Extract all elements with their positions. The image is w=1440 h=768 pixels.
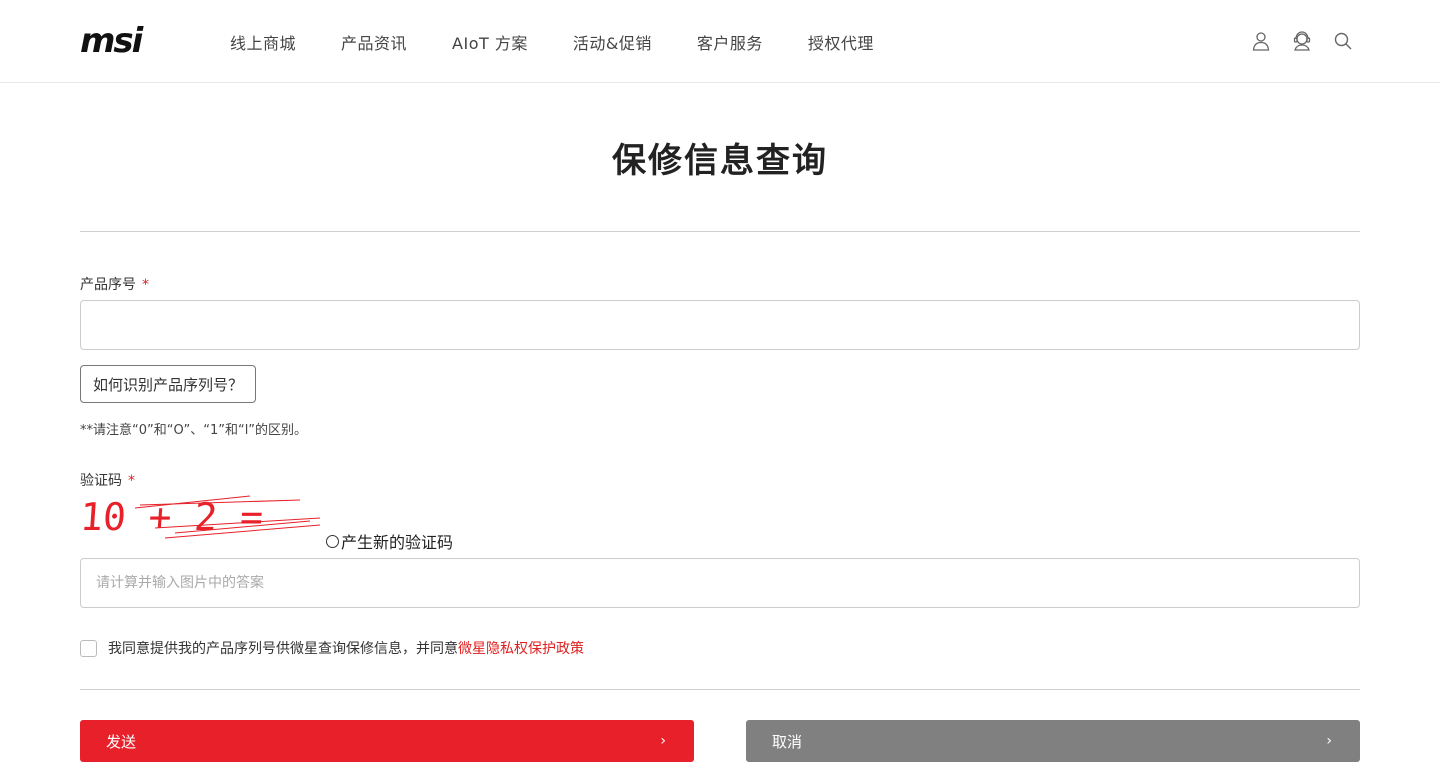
nav-item-dealers[interactable]: 授权代理	[808, 30, 874, 54]
captcha-label: 验证码 *	[80, 470, 135, 490]
form-divider	[80, 689, 1360, 690]
site-header: msi 线上商城 产品资讯 AIoT 方案 活动&促销 客户服务 授权代理	[0, 0, 1440, 83]
msi-logo[interactable]: msi	[80, 24, 180, 56]
title-divider	[80, 231, 1360, 232]
nav-item-promotions[interactable]: 活动&促销	[573, 30, 652, 54]
agreement-text: 我同意提供我的产品序列号供微星查询保修信息，并同意	[108, 641, 458, 657]
cancel-button-label: 取消	[772, 732, 803, 751]
user-icon[interactable]	[1250, 30, 1272, 52]
chevron-right-icon: ›	[660, 733, 666, 749]
chevron-right-icon: ›	[1326, 733, 1332, 749]
send-button[interactable]: 发送 ›	[80, 720, 694, 762]
serial-label: 产品序号 *	[80, 274, 149, 294]
captcha-image: 10 + 2 =	[80, 495, 321, 539]
captcha-input[interactable]	[80, 558, 1360, 608]
privacy-policy-link[interactable]: 微星隐私权保护政策	[458, 638, 584, 658]
agreement-row: 我同意提供我的产品序列号供微星查询保修信息，并同意 微星隐私权保护政策	[80, 638, 584, 658]
support-agent-icon[interactable]	[1291, 30, 1313, 52]
refresh-captcha-label: 产生新的验证码	[341, 533, 454, 552]
required-mark: *	[142, 277, 149, 293]
cancel-button[interactable]: 取消 ›	[746, 720, 1360, 762]
search-icon[interactable]	[1332, 30, 1354, 52]
serial-input[interactable]	[80, 300, 1360, 350]
nav-item-products[interactable]: 产品资讯	[341, 30, 407, 54]
nav-item-store[interactable]: 线上商城	[230, 30, 296, 54]
captcha-text: 10 + 2 =	[80, 495, 265, 539]
main-nav: 线上商城 产品资讯 AIoT 方案 活动&促销 客户服务 授权代理	[230, 0, 919, 83]
captcha-label-text: 验证码	[80, 473, 122, 489]
refresh-icon	[326, 534, 339, 548]
agreement-checkbox[interactable]	[80, 639, 97, 657]
required-mark: *	[128, 473, 135, 489]
send-button-label: 发送	[106, 732, 137, 751]
refresh-captcha-button[interactable]: 产生新的验证码	[326, 529, 453, 553]
serial-help-button[interactable]: 如何识别产品序列号？	[80, 365, 257, 403]
nav-item-aiot[interactable]: AIoT 方案	[452, 30, 528, 54]
serial-note: **请注意“0”和“O”、“1”和“l”的区别。	[80, 423, 308, 438]
page-title: 保修信息查询	[612, 141, 828, 181]
header-icons	[1231, 30, 1354, 52]
nav-item-support[interactable]: 客户服务	[697, 30, 763, 54]
serial-label-text: 产品序号	[80, 277, 136, 293]
logo-text: msi	[80, 24, 145, 56]
